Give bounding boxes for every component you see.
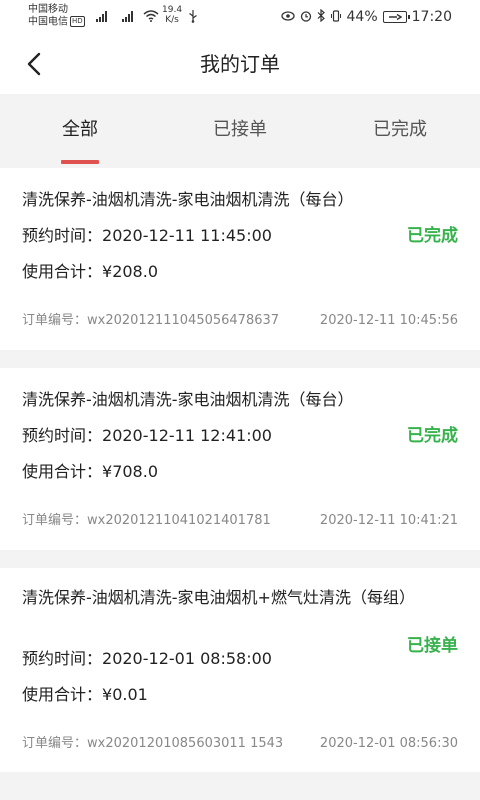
total-label: 使用合计： (22, 685, 103, 704)
order-number: 订单编号：wx20201211041021401781 (22, 512, 271, 530)
order-appointment-time: 预约时间：2020-12-11 12:41:00 (22, 424, 272, 448)
network-speed: 19.4 K/s (162, 5, 182, 25)
order-title: 清洗保养-油烟机清洗-家电油烟机清洗（每台） (22, 190, 354, 209)
status-bar: 中国移动 中国电信 HD 19.4 K/s 44% 17:20 (0, 0, 480, 34)
order-number-value: wx20201201085603011 1543 (87, 736, 284, 751)
order-appointment-time: 预约时间：2020-12-11 11:45:00 (22, 224, 272, 248)
eye-icon (280, 10, 295, 24)
tab-all[interactable]: 全部 (20, 118, 140, 142)
page-title: 我的订单 (200, 52, 280, 76)
alarm-icon (300, 10, 312, 25)
speed-unit: K/s (165, 15, 179, 25)
clock-time: 17:20 (411, 9, 452, 25)
appointment-value: 2020-12-01 08:58:00 (102, 649, 272, 668)
order-created-time: 2020-12-11 10:41:21 (319, 513, 458, 528)
hd-badge: HD (70, 16, 85, 27)
app-header: 我的订单 (0, 34, 480, 94)
order-card[interactable]: 清洗保养-油烟机清洗-家电油烟机清洗（每台） 预约时间：2020-12-11 1… (0, 368, 480, 550)
carrier-1: 中国移动 (28, 4, 68, 15)
carrier-info: 中国移动 中国电信 HD (28, 4, 85, 29)
status-right: 44% 17:20 (280, 8, 452, 26)
total-label: 使用合计： (22, 462, 103, 481)
wifi-icon (143, 10, 159, 22)
order-total: 使用合计：¥708.0 (22, 460, 158, 484)
order-title: 清洗保养-油烟机清洗-家电油烟机清洗（每台） (22, 390, 354, 409)
signal-2-icon (122, 10, 136, 22)
bluetooth-icon (317, 8, 325, 25)
order-tabs: 全部 已接单 已完成 (0, 94, 480, 166)
order-created-time: 2020-12-11 10:45:56 (319, 313, 458, 328)
total-value: ¥708.0 (102, 462, 158, 481)
order-card[interactable]: 清洗保养-油烟机清洗-家电油烟机清洗（每台） 预约时间：2020-12-11 1… (0, 168, 480, 350)
carrier-2: 中国电信 HD (28, 16, 85, 29)
order-status-badge: 已完成 (407, 226, 458, 246)
usb-icon (188, 9, 198, 26)
order-card[interactable]: 清洗保养-油烟机清洗-家电油烟机+燃气灶清洗（每组） 预约时间：2020-12-… (0, 568, 480, 772)
total-value: ¥208.0 (102, 262, 158, 281)
carrier-2-label: 中国电信 (28, 16, 68, 28)
total-label: 使用合计： (22, 262, 103, 281)
order-total: 使用合计：¥208.0 (22, 260, 158, 284)
total-value: ¥0.01 (102, 685, 148, 704)
order-number: 订单编号：wx2020121110450564786​37 (22, 312, 279, 330)
order-number-label: 订单编号： (22, 736, 88, 751)
battery-percent: 44% (346, 9, 378, 25)
order-created-time: 2020-12-01 08:56:30 (319, 736, 458, 751)
appointment-label: 预约时间： (22, 649, 103, 668)
order-number: 订单编号：wx20201201085603011 1543 (22, 735, 283, 753)
tab-completed[interactable]: 已完成 (340, 118, 460, 142)
appointment-label: 预约时间： (22, 426, 103, 445)
order-title: 清洗保养-油烟机清洗-家电油烟机+燃气灶清洗（每组） (22, 588, 415, 607)
tab-active-indicator (61, 160, 99, 164)
vibrate-icon (330, 9, 342, 25)
battery-icon (382, 11, 410, 23)
order-number-label: 订单编号： (22, 513, 88, 528)
tab-accepted[interactable]: 已接单 (180, 118, 300, 142)
appointment-label: 预约时间： (22, 226, 103, 245)
order-status-badge: 已接单 (407, 636, 458, 656)
order-number-label: 订单编号： (22, 313, 88, 328)
order-number-value: wx2020121110450564786​37 (87, 313, 280, 328)
order-total: 使用合计：¥0.01 (22, 683, 148, 707)
speed-value: 19.4 (162, 5, 183, 15)
order-number-value: wx20201211041021401781 (87, 513, 271, 528)
signal-1-icon (96, 10, 110, 22)
order-appointment-time: 预约时间：2020-12-01 08:58:00 (22, 647, 272, 671)
order-status-badge: 已完成 (407, 426, 458, 446)
appointment-value: 2020-12-11 11:45:00 (102, 226, 272, 245)
appointment-value: 2020-12-11 12:41:00 (102, 426, 272, 445)
